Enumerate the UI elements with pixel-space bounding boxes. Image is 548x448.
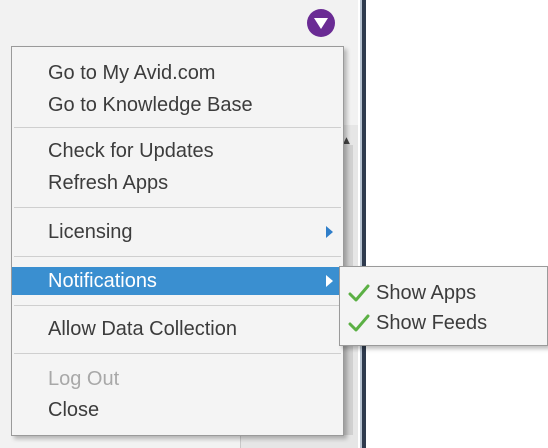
submenu-item-label: Show Apps [376, 282, 477, 304]
menu-item-licensing[interactable]: Licensing [12, 218, 343, 246]
menu-item-label: Refresh Apps [48, 172, 169, 194]
menu-separator [14, 256, 341, 257]
menu-item-label: Close [48, 399, 100, 421]
checkmark-icon [348, 314, 370, 332]
menu-toggle-button[interactable] [307, 9, 335, 37]
menu-item-allow-data-collection[interactable]: Allow Data Collection [12, 315, 343, 343]
submenu-item-label: Show Feeds [376, 312, 488, 334]
notifications-submenu: Show Apps Show Feeds [339, 266, 548, 346]
menu-item-label: Allow Data Collection [48, 318, 237, 340]
menu-item-label: Notifications [48, 270, 157, 292]
app-header-strip [0, 0, 360, 45]
menu-item-log-out: Log Out [12, 365, 343, 393]
menu-item-check-updates[interactable]: Check for Updates [12, 137, 343, 165]
checkmark-icon [348, 284, 370, 302]
menu-item-close[interactable]: Close [12, 396, 343, 424]
scroll-up-icon[interactable]: ▲ [343, 136, 350, 146]
submenu-arrow-icon [326, 275, 333, 287]
menu-item-refresh-apps[interactable]: Refresh Apps [12, 169, 343, 197]
menu-separator [14, 305, 341, 306]
menu-separator [14, 353, 341, 354]
menu-item-label: Log Out [48, 368, 120, 390]
context-menu: Go to My Avid.com Go to Knowledge Base C… [11, 46, 344, 436]
menu-item-label: Go to My Avid.com [48, 62, 216, 84]
window-border [358, 0, 370, 448]
menu-item-label: Go to Knowledge Base [48, 94, 253, 116]
menu-separator [14, 127, 341, 128]
menu-separator [14, 207, 341, 208]
submenu-item-show-apps[interactable]: Show Apps [340, 279, 547, 307]
menu-item-notifications[interactable]: Notifications [12, 267, 343, 295]
submenu-item-show-feeds[interactable]: Show Feeds [340, 309, 547, 337]
submenu-arrow-icon [326, 226, 333, 238]
menu-item-label: Licensing [48, 221, 133, 243]
menu-item-label: Check for Updates [48, 140, 214, 162]
menu-item-my-avid[interactable]: Go to My Avid.com [12, 59, 343, 87]
menu-item-knowledge-base[interactable]: Go to Knowledge Base [12, 91, 343, 119]
chevron-down-icon [314, 18, 328, 29]
